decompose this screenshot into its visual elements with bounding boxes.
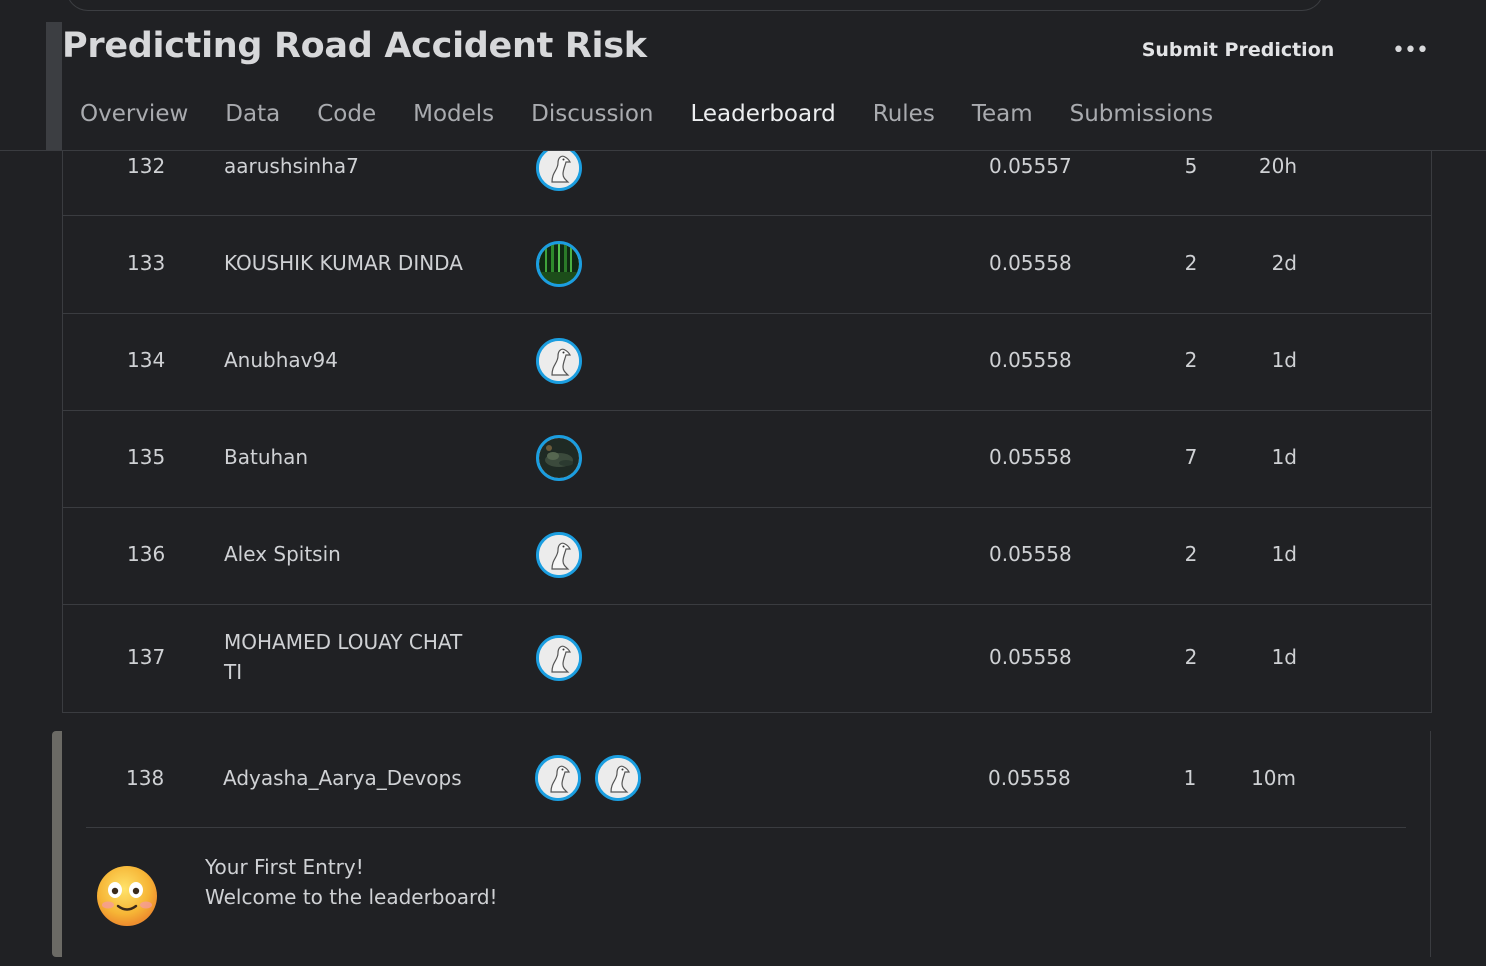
first-entry-title: Your First Entry! bbox=[205, 855, 364, 879]
entries: 2 bbox=[1184, 251, 1198, 275]
leaderboard-page: 132 aarushsinha7 0.05557 5 20h 133 KOUSH… bbox=[0, 0, 1486, 966]
table-row[interactable]: 134 Anubhav94 0.05558 2 1d bbox=[63, 313, 1431, 411]
rank: 136 bbox=[127, 542, 166, 566]
last-submission: 1d bbox=[1271, 348, 1297, 372]
table-row[interactable]: 135 Batuhan 0.05558 7 1d bbox=[63, 410, 1431, 508]
score: 0.05557 bbox=[989, 154, 1072, 178]
table-row[interactable]: 136 Alex Spitsin 0.05558 2 1d bbox=[63, 507, 1431, 605]
dark-photo-icon[interactable] bbox=[536, 435, 582, 481]
submit-prediction-button[interactable]: Submit Prediction bbox=[1120, 30, 1356, 70]
first-entry-subtitle: Welcome to the leaderboard! bbox=[205, 885, 498, 909]
rank: 133 bbox=[127, 251, 166, 275]
rank: 135 bbox=[127, 445, 166, 469]
rank: 134 bbox=[127, 348, 166, 372]
entries: 2 bbox=[1184, 645, 1198, 669]
tab-team[interactable]: Team bbox=[972, 101, 1033, 127]
competition-tabs: Overview Data Code Models Discussion Lea… bbox=[80, 94, 1250, 134]
entries: 5 bbox=[1184, 154, 1198, 178]
entries: 1 bbox=[1183, 766, 1197, 790]
rank: 138 bbox=[126, 766, 165, 790]
goose-icon[interactable] bbox=[535, 755, 581, 801]
score: 0.05558 bbox=[989, 645, 1072, 669]
tab-rules[interactable]: Rules bbox=[873, 101, 935, 127]
team-name[interactable]: Batuhan bbox=[224, 445, 308, 469]
team-name[interactable]: KOUSHIK KUMAR DINDA bbox=[224, 251, 463, 275]
score: 0.05558 bbox=[989, 542, 1072, 566]
own-entry-card: 138 Adyasha_Aarya_Devops 0.05558 1 10m Y… bbox=[52, 731, 1431, 957]
forest-photo-icon[interactable] bbox=[536, 241, 582, 287]
tab-data[interactable]: Data bbox=[225, 101, 280, 127]
leaderboard-table: 132 aarushsinha7 0.05557 5 20h 133 KOUSH… bbox=[62, 118, 1432, 713]
competition-header: Predicting Road Accident Risk Submit Pre… bbox=[0, 0, 1486, 151]
goose-icon[interactable] bbox=[536, 635, 582, 681]
tab-models[interactable]: Models bbox=[413, 101, 494, 127]
rank: 137 bbox=[127, 645, 166, 669]
last-submission: 1d bbox=[1271, 445, 1297, 469]
goose-icon[interactable] bbox=[595, 755, 641, 801]
team-name-line-1[interactable]: MOHAMED LOUAY CHAT bbox=[224, 630, 462, 654]
entries: 7 bbox=[1184, 445, 1198, 469]
page-title: Predicting Road Accident Risk bbox=[62, 26, 647, 66]
score: 0.05558 bbox=[989, 251, 1072, 275]
goose-icon[interactable] bbox=[536, 145, 582, 191]
team-name[interactable]: aarushsinha7 bbox=[224, 154, 359, 178]
team-name[interactable]: Alex Spitsin bbox=[224, 542, 341, 566]
header-accent-bar bbox=[46, 22, 62, 150]
table-row[interactable]: 133 KOUSHIK KUMAR DINDA 0.05558 2 2d bbox=[63, 216, 1431, 314]
last-submission: 2d bbox=[1271, 251, 1297, 275]
team-name-line-2[interactable]: TI bbox=[224, 660, 242, 684]
entries: 2 bbox=[1184, 542, 1198, 566]
score: 0.05558 bbox=[989, 348, 1072, 372]
own-entry-accent-bar bbox=[52, 731, 62, 957]
team-name[interactable]: Adyasha_Aarya_Devops bbox=[223, 766, 462, 790]
team-name[interactable]: Anubhav94 bbox=[224, 348, 338, 372]
smiley-face-icon bbox=[97, 866, 157, 926]
tab-leaderboard[interactable]: Leaderboard bbox=[690, 101, 835, 127]
score: 0.05558 bbox=[988, 766, 1071, 790]
last-submission: 1d bbox=[1271, 645, 1297, 669]
goose-icon[interactable] bbox=[536, 338, 582, 384]
goose-icon[interactable] bbox=[536, 532, 582, 578]
last-submission: 20h bbox=[1258, 154, 1297, 178]
score: 0.05558 bbox=[989, 445, 1072, 469]
divider bbox=[86, 827, 1406, 828]
rank: 132 bbox=[127, 154, 166, 178]
entries: 2 bbox=[1184, 348, 1198, 372]
tab-code[interactable]: Code bbox=[317, 101, 376, 127]
own-entry-row[interactable]: 138 Adyasha_Aarya_Devops 0.05558 1 10m bbox=[62, 731, 1430, 827]
tab-submissions[interactable]: Submissions bbox=[1070, 101, 1214, 127]
tab-discussion[interactable]: Discussion bbox=[531, 101, 653, 127]
table-row[interactable]: 137 MOHAMED LOUAY CHAT TI 0.05558 2 1d bbox=[63, 604, 1431, 712]
tab-overview[interactable]: Overview bbox=[80, 101, 188, 127]
more-options-icon[interactable]: ••• bbox=[1388, 34, 1432, 66]
search-bar-edge[interactable] bbox=[66, 0, 1324, 11]
last-submission: 10m bbox=[1251, 766, 1296, 790]
last-submission: 1d bbox=[1271, 542, 1297, 566]
